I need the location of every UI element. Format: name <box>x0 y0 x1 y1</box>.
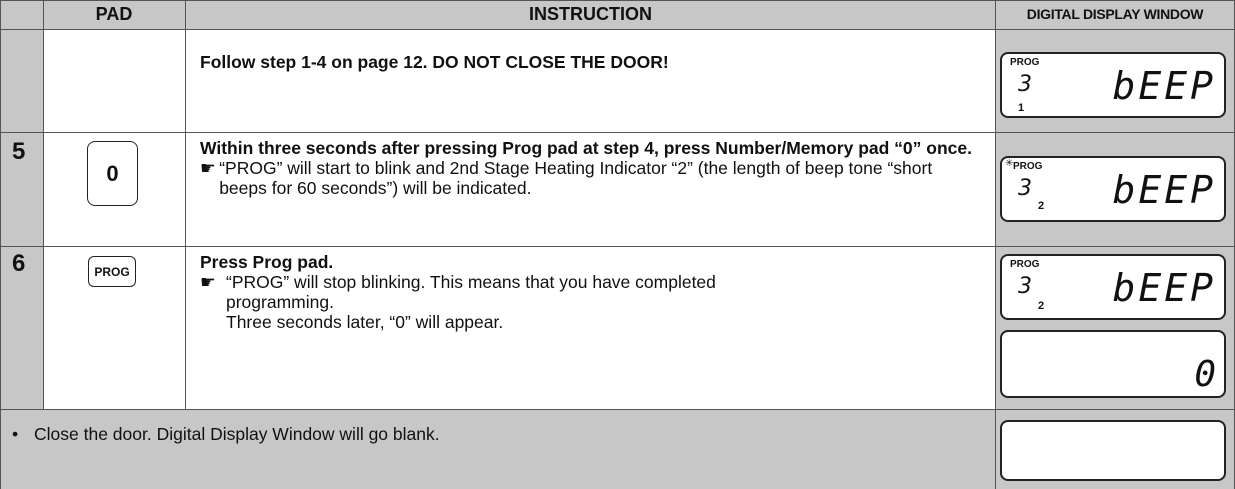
step6-note-1: “PROG” will stop blinking. This means th… <box>226 272 716 312</box>
step6-note-2: Three seconds later, “0” will appear. <box>226 312 504 332</box>
header-pad: PAD <box>95 4 133 24</box>
display-window-step5: ✳ PROG 3 2 bEEP <box>1000 156 1226 222</box>
prog-pad-button[interactable]: PROG <box>88 256 136 287</box>
display-stage-indicator: 2 <box>1038 200 1045 212</box>
display-window-intro: PROG 3 1 bEEP <box>1000 52 1226 118</box>
pointing-hand-icon: ☛ <box>200 272 216 292</box>
final-instruction-text: Close the door. Digital Display Window w… <box>34 424 440 444</box>
display-program-digit: 3 <box>1018 274 1032 299</box>
display-stage-indicator: 1 <box>1018 102 1025 114</box>
display-program-digit: 3 <box>1018 72 1032 97</box>
final-instruction: • Close the door. Digital Display Window… <box>12 424 972 444</box>
display-window-step6-result: 0 <box>1000 330 1226 398</box>
step6-instruction-bold: Press Prog pad. <box>200 252 334 272</box>
step-number-6: 6 <box>12 250 26 277</box>
header-instruction: INSTRUCTION <box>529 4 652 24</box>
step-number-5: 5 <box>12 138 26 165</box>
display-stage-indicator: 2 <box>1038 300 1045 312</box>
intro-instruction-text: Follow step 1-4 on page 12. DO NOT CLOSE… <box>200 52 669 72</box>
display-word: bEEP <box>1112 168 1216 212</box>
display-window-blank <box>1000 420 1226 481</box>
display-window-step6: PROG 3 2 bEEP <box>1000 254 1226 320</box>
bullet-icon: • <box>12 424 19 444</box>
display-result-value: 0 <box>1194 354 1216 395</box>
display-prog-label: PROG <box>1010 57 1040 68</box>
number-pad-0-button[interactable]: 0 <box>87 141 138 206</box>
step5-instruction-bold: Within three seconds after pressing Prog… <box>200 138 972 158</box>
display-word: bEEP <box>1112 64 1216 108</box>
step-column-bg <box>0 29 43 409</box>
display-prog-label-blinking: PROG <box>1013 161 1043 172</box>
pointing-hand-icon: ☛ <box>200 158 216 178</box>
step5-note: “PROG” will start to blink and 2nd Stage… <box>219 158 933 198</box>
header-display: DIGITAL DISPLAY WINDOW <box>1026 6 1204 22</box>
step6-instruction: Press Prog pad. ☛ “PROG” will stop blink… <box>200 252 980 332</box>
intro-instruction: Follow step 1-4 on page 12. DO NOT CLOSE… <box>200 52 980 72</box>
step5-instruction: Within three seconds after pressing Prog… <box>200 138 980 198</box>
display-word: bEEP <box>1112 266 1216 310</box>
display-program-digit: 3 <box>1018 176 1032 201</box>
instruction-table-page: { "headers": { "pad": "PAD", "instructio… <box>0 0 1235 489</box>
display-prog-label: PROG <box>1010 259 1040 270</box>
